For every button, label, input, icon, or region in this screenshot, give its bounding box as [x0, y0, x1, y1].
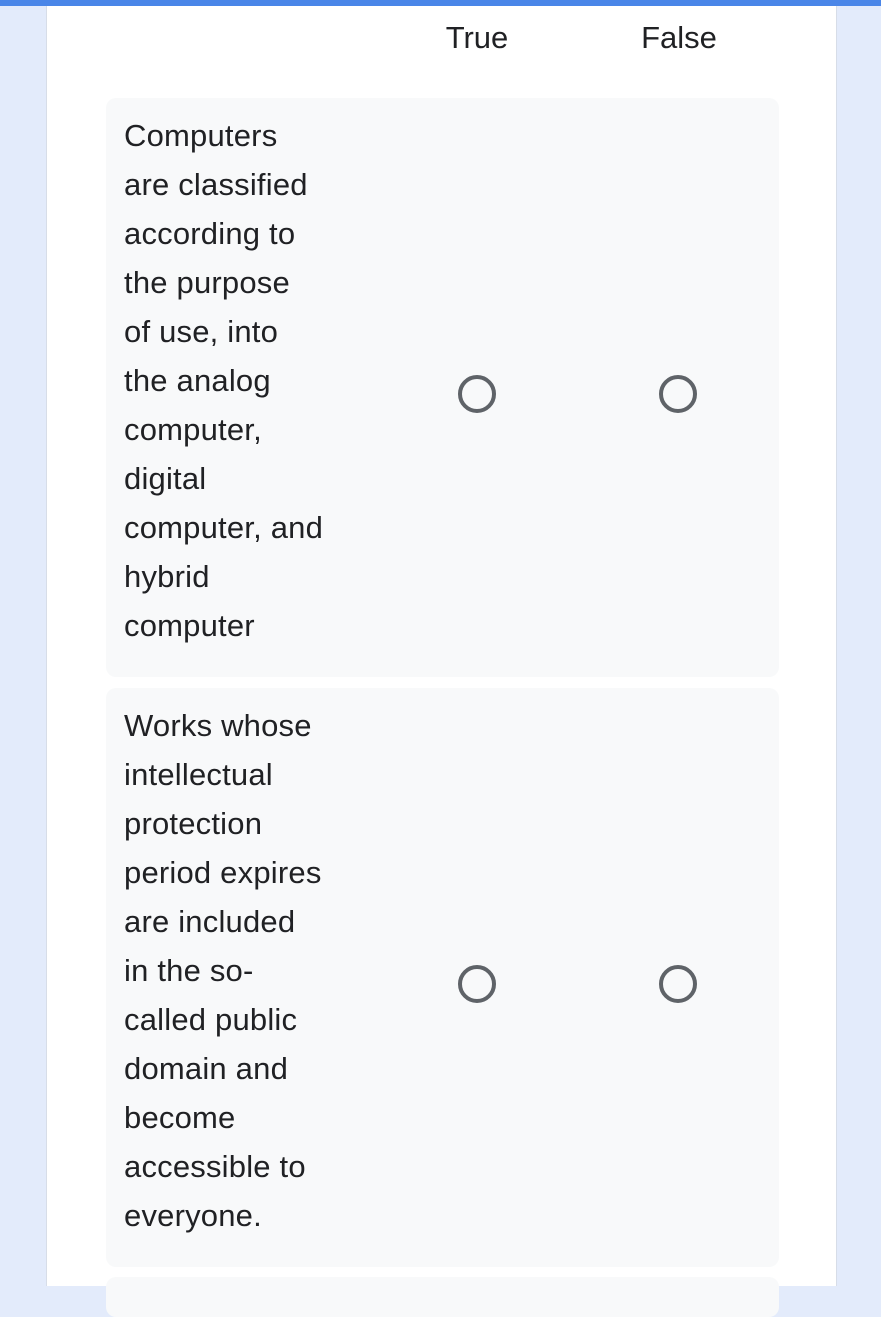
radio-true[interactable] [458, 965, 496, 1003]
radio-false[interactable] [659, 965, 697, 1003]
row-question-text: Computers are classified according to th… [124, 118, 324, 643]
column-header-false: False [641, 20, 717, 55]
radio-false[interactable] [659, 375, 697, 413]
row-question-text: Works whose intellectual protection peri… [124, 708, 322, 1233]
column-header-true: True [445, 20, 509, 55]
question-card: True False Computers are classified acco… [46, 6, 837, 1317]
grid-row: Computers are classified according to th… [106, 98, 779, 677]
grid-row-next [106, 1277, 779, 1317]
grid-row: Works whose intellectual protection peri… [106, 688, 779, 1267]
radio-true[interactable] [458, 375, 496, 413]
